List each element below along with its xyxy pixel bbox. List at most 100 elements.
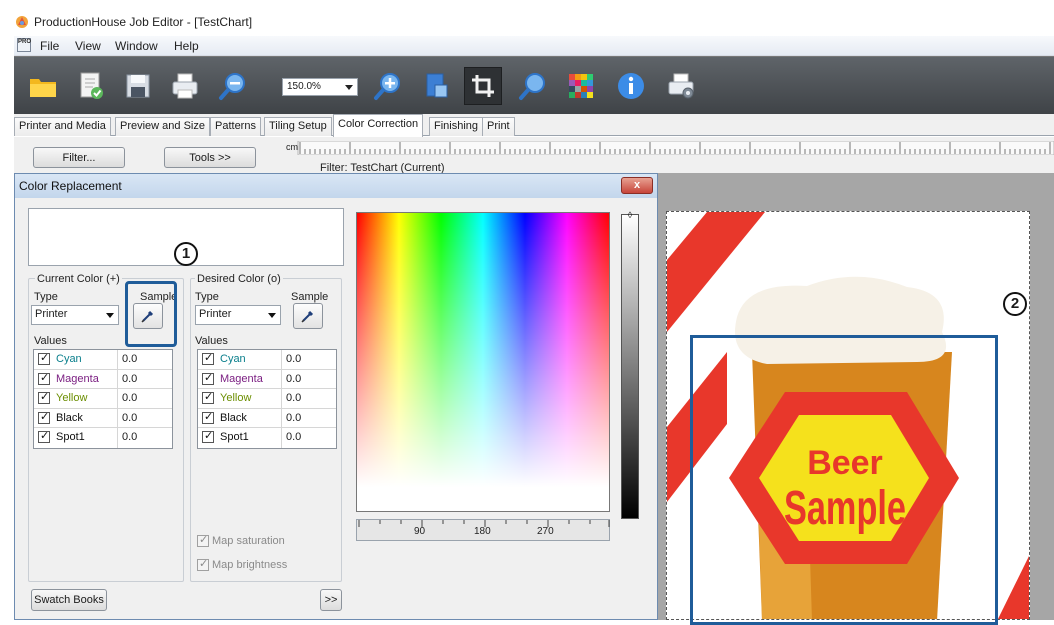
value-field[interactable]: 0.0 [286, 431, 301, 443]
dialog-title-bar: Color Replacement x [15, 174, 657, 198]
checkbox[interactable] [202, 390, 214, 404]
value-name: Yellow [220, 392, 252, 404]
filter-button[interactable]: Filter... [33, 147, 125, 168]
map-saturation-label: Map saturation [212, 535, 285, 547]
document-check-icon[interactable] [72, 67, 110, 105]
desired-type-select[interactable]: Printer [195, 305, 281, 325]
title-bar: ProductionHouse Job Editor - [TestChart] [0, 0, 1054, 38]
color-spectrum-picker[interactable] [356, 212, 610, 512]
sample-selection-box[interactable] [690, 335, 998, 625]
menu-window[interactable]: Window [115, 39, 158, 53]
expand-button[interactable]: >> [320, 589, 342, 611]
value-name: Cyan [220, 353, 246, 365]
menu-bar: PRO File View Window Help [14, 36, 1054, 56]
current-color-label: Current Color (+) [35, 273, 122, 285]
document-icon[interactable]: PRO [17, 38, 31, 52]
value-field[interactable]: 0.0 [122, 412, 137, 424]
menu-file[interactable]: File [40, 39, 59, 53]
value-name: Spot1 [220, 431, 249, 443]
value-name: Magenta [56, 372, 99, 385]
tab-patterns[interactable]: Patterns [210, 117, 261, 136]
checkbox[interactable] [38, 351, 50, 365]
eyedropper-icon [301, 310, 314, 323]
value-field[interactable]: 0.0 [122, 373, 137, 385]
chevron-down-icon [106, 313, 114, 318]
table-row: Magenta 0.0 [198, 369, 336, 389]
desired-type-label: Type [195, 291, 219, 303]
table-row: Cyan 0.0 [34, 350, 172, 370]
checkbox[interactable] [202, 410, 214, 424]
map-brightness-label: Map brightness [212, 559, 288, 571]
table-row: Cyan 0.0 [198, 350, 336, 370]
zoom-select[interactable]: 150.0% [282, 78, 358, 96]
value-field[interactable]: 0.0 [286, 412, 301, 424]
value-name: Cyan [56, 353, 82, 365]
print-icon[interactable] [166, 67, 204, 105]
table-row: Black 0.0 [34, 408, 172, 428]
brightness-slider[interactable] [621, 214, 639, 519]
slider-handle-icon[interactable]: ◊ [621, 210, 639, 220]
value-field[interactable]: 0.0 [122, 431, 137, 443]
table-row: Magenta 0.0 [34, 369, 172, 389]
current-values-label: Values [34, 335, 67, 347]
checkbox[interactable] [38, 390, 50, 404]
swatch-books-button[interactable]: Swatch Books [31, 589, 107, 611]
table-row: Spot1 0.0 [34, 428, 172, 448]
tab-finishing[interactable]: Finishing [429, 117, 484, 136]
tab-tiling-setup[interactable]: Tiling Setup [264, 117, 332, 136]
tab-printer-and-media[interactable]: Printer and Media [14, 117, 111, 136]
search-icon[interactable] [514, 67, 552, 105]
value-field[interactable]: 0.0 [122, 353, 137, 365]
value-field[interactable]: 0.0 [286, 353, 301, 365]
checkbox[interactable] [38, 410, 50, 424]
tab-color-correction[interactable]: Color Correction [333, 114, 424, 137]
export-icon[interactable] [417, 67, 455, 105]
value-field[interactable]: 0.0 [122, 392, 137, 404]
tab-bar: Printer and Media Preview and Size Patte… [14, 114, 1054, 137]
color-grid-icon[interactable] [562, 67, 600, 105]
current-type-select[interactable]: Printer [31, 305, 119, 325]
value-field[interactable]: 0.0 [286, 373, 301, 385]
desired-sample-label: Sample [291, 291, 329, 303]
desired-sample-button[interactable] [293, 303, 323, 329]
hue-tick-180: 180 [474, 526, 491, 537]
save-icon[interactable] [119, 67, 157, 105]
checkbox[interactable] [202, 351, 214, 365]
checkbox[interactable] [202, 371, 214, 385]
checkbox[interactable] [38, 429, 50, 443]
toolbar: 150.0% [14, 56, 1054, 114]
window-title: ProductionHouse Job Editor - [TestChart] [34, 15, 253, 29]
callout-marker-1: 1 [174, 242, 198, 266]
print-settings-icon[interactable] [662, 67, 700, 105]
map-saturation-checkbox[interactable] [197, 533, 209, 547]
hue-tick-90: 90 [414, 526, 426, 537]
checkbox[interactable] [202, 429, 214, 443]
value-name: Spot1 [56, 431, 85, 443]
zoom-in-icon[interactable] [369, 67, 407, 105]
red-stripe-right [997, 556, 1029, 619]
map-brightness-checkbox[interactable] [197, 557, 209, 571]
value-field[interactable]: 0.0 [286, 392, 301, 404]
menu-help[interactable]: Help [174, 39, 199, 53]
open-folder-icon[interactable] [24, 67, 62, 105]
value-name: Black [220, 411, 247, 424]
close-icon[interactable]: x [621, 177, 653, 194]
desired-type-value: Printer [199, 308, 232, 320]
tab-print[interactable]: Print [482, 117, 515, 136]
menu-view[interactable]: View [75, 39, 101, 53]
callout-marker-2: 2 [1003, 292, 1027, 316]
hue-scale: 90 180 270 [356, 519, 610, 541]
chevron-down-icon [268, 313, 276, 318]
checkbox[interactable] [38, 371, 50, 385]
info-icon[interactable] [612, 67, 650, 105]
filter-row: Filter... Tools >> cm Filter: TestChart … [14, 137, 1054, 174]
app-icon [16, 16, 28, 28]
zoom-out-icon[interactable] [214, 67, 252, 105]
crop-icon[interactable] [464, 67, 502, 105]
table-row: Black 0.0 [198, 408, 336, 428]
table-row: Spot1 0.0 [198, 428, 336, 448]
current-values-table: Cyan 0.0 Magenta 0.0 Yellow 0.0 Black 0.0 Sp… [33, 349, 173, 449]
tools-button[interactable]: Tools >> [164, 147, 256, 168]
ruler [297, 141, 1054, 155]
tab-preview-and-size[interactable]: Preview and Size [115, 117, 210, 136]
